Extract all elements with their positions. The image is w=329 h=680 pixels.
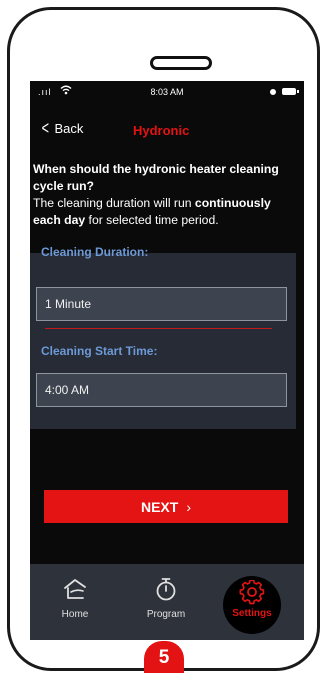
battery-icon [282, 88, 299, 95]
start-time-label: Cleaning Start Time: [41, 344, 158, 358]
tab-program-label: Program [146, 609, 186, 620]
status-bar: .ııl 8:03 AM [30, 81, 304, 103]
back-button[interactable]: < Back [40, 118, 84, 138]
tab-program[interactable]: Program [126, 564, 206, 640]
status-dot-icon [270, 89, 276, 95]
chevron-right-icon: › [186, 498, 191, 515]
speaker-slot [150, 56, 212, 70]
home-icon [64, 579, 86, 599]
divider-line [45, 328, 272, 329]
nav-bar: < Back Hydronic [30, 119, 304, 143]
tab-settings-label: Settings [232, 608, 272, 619]
back-label: Back [54, 120, 84, 136]
duration-label: Cleaning Duration: [41, 245, 149, 259]
chevron-left-icon: < [41, 118, 49, 138]
step-badge: 5 [144, 641, 184, 673]
gear-icon [239, 580, 265, 605]
tab-home[interactable]: Home [35, 564, 115, 640]
next-button[interactable]: NEXT › [44, 490, 288, 523]
timer-icon [156, 578, 176, 601]
question-text-before: The cleaning duration will run [33, 196, 195, 210]
tab-settings[interactable]: Settings [212, 564, 292, 640]
question-text-after: for selected time period. [85, 213, 219, 227]
question-text: When should the hydronic heater cleaning… [33, 161, 299, 229]
next-label: NEXT [140, 498, 179, 515]
tab-bar: Home Program Settings [30, 564, 304, 640]
start-time-field[interactable]: 4:00 AM [36, 373, 287, 407]
status-time: 8:03 AM [150, 87, 184, 97]
page-title: Hydronic [133, 123, 190, 138]
settings-panel: Cleaning Duration: 1 Minute Cleaning Sta… [30, 245, 296, 429]
duration-field[interactable]: 1 Minute [36, 287, 287, 321]
app-screen: .ııl 8:03 AM < Back Hydronic When should… [30, 81, 304, 640]
tab-home-label: Home [61, 609, 89, 620]
question-heading: When should the hydronic heater cleaning… [33, 162, 279, 193]
